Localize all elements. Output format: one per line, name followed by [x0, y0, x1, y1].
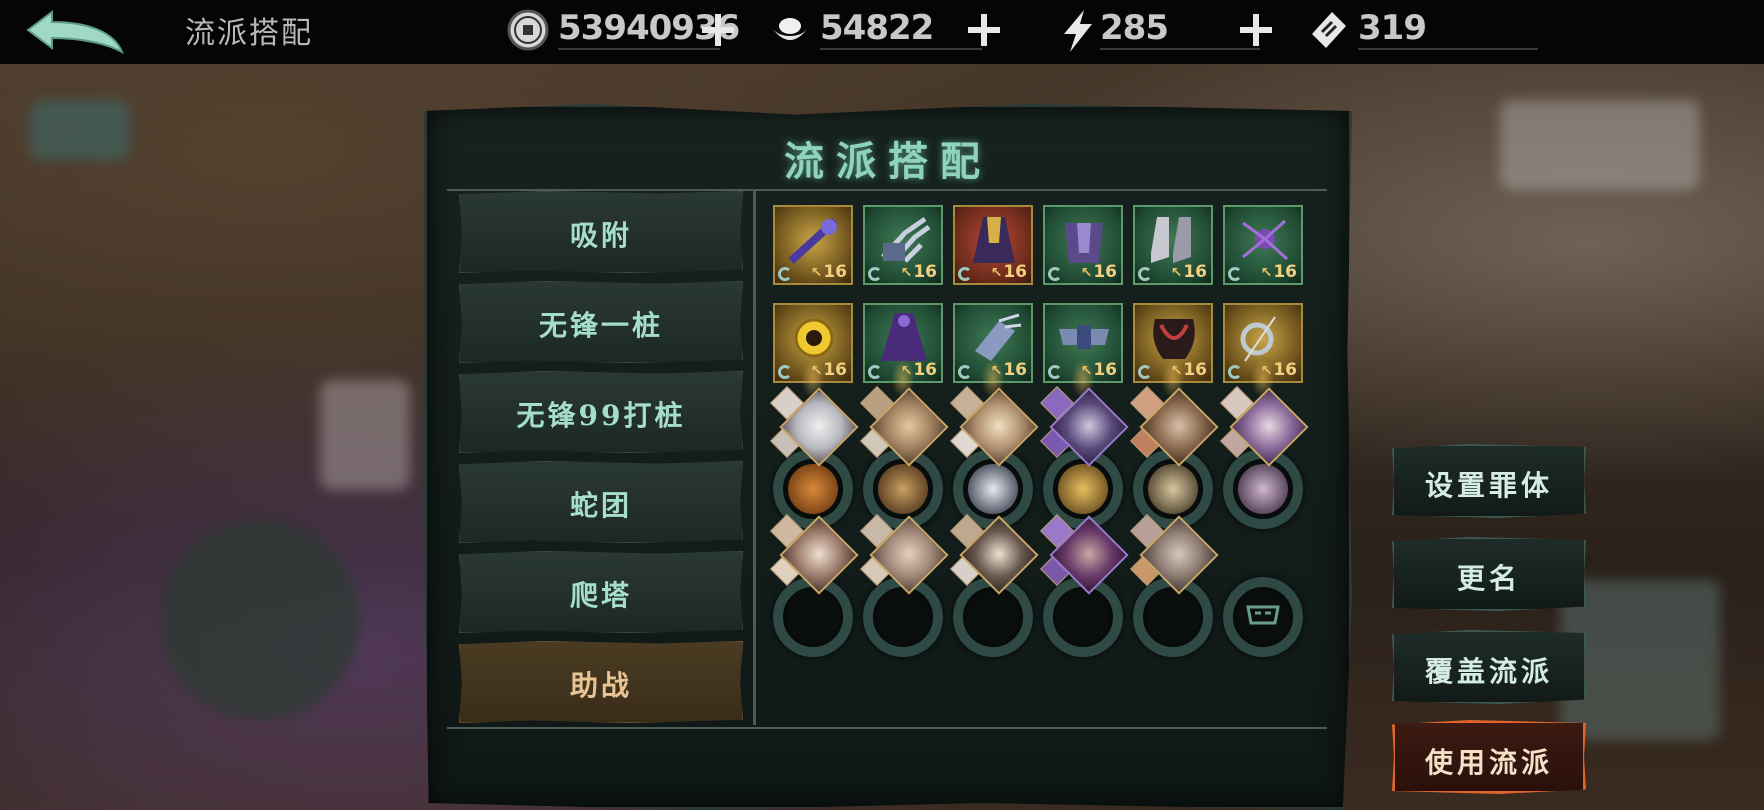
- tab-label: 爬塔: [569, 579, 632, 612]
- overwrite-build-button[interactable]: 覆盖流派: [1392, 630, 1586, 704]
- stamina-resource: 285: [1056, 4, 1296, 54]
- staff-icon: [788, 218, 838, 264]
- character-ring: [1223, 577, 1303, 657]
- coin-resource: 53940936: [506, 4, 746, 54]
- background-decor: [320, 380, 410, 490]
- coin-icon: [507, 9, 549, 51]
- use-build-button[interactable]: 使用流派: [1392, 720, 1586, 794]
- equipment-level: 16: [991, 262, 1027, 282]
- equipment-slot[interactable]: 16: [1223, 205, 1303, 285]
- equipment-level: 16: [811, 262, 847, 282]
- stamina-value: 285: [1100, 8, 1169, 48]
- equipment-slot[interactable]: 16: [863, 205, 943, 285]
- button-label: 更名: [1456, 562, 1521, 595]
- divider: [447, 189, 1327, 191]
- equipment-level: 16: [1171, 262, 1207, 282]
- divider: [447, 727, 1327, 729]
- character-slot[interactable]: [770, 514, 859, 657]
- tab-label: 吸附: [569, 219, 632, 252]
- character-slot[interactable]: [1040, 359, 1129, 529]
- button-label: 覆盖流派: [1424, 655, 1553, 688]
- background-decor: [30, 100, 130, 160]
- empty-character-slot[interactable]: [1223, 517, 1303, 657]
- cloak-icon: [881, 313, 927, 361]
- page-title: 流派搭配: [185, 16, 313, 51]
- mask-outline-icon: [1246, 605, 1280, 625]
- ticket-resource: 319: [1306, 4, 1546, 54]
- mask-icon: [1153, 319, 1195, 359]
- tab-wufeng-yizhuang[interactable]: 无锋一桩: [459, 281, 743, 363]
- robe-icon: [973, 217, 1015, 263]
- character-slot[interactable]: [1220, 359, 1309, 529]
- add-ingot-button[interactable]: [964, 10, 1004, 50]
- top-bar: 流派搭配 53940936 54822 285 319: [0, 0, 1764, 64]
- lightning-icon: [1064, 10, 1092, 52]
- back-button[interactable]: [22, 6, 128, 56]
- tab-wufeng-99[interactable]: 无锋99打桩: [459, 371, 743, 453]
- equipment-slot[interactable]: 16: [1043, 205, 1123, 285]
- sun-charm-icon: [794, 318, 834, 358]
- button-label: 使用流派: [1424, 746, 1553, 779]
- ticket-value: 319: [1358, 8, 1427, 48]
- character-slot[interactable]: [950, 514, 1039, 657]
- divider: [753, 191, 756, 725]
- button-label: 设置罪体: [1424, 469, 1553, 502]
- character-slot[interactable]: [860, 514, 949, 657]
- tab-label: 无锋99打桩: [516, 399, 686, 432]
- add-coin-button[interactable]: [698, 10, 738, 50]
- character-slot[interactable]: [860, 359, 949, 529]
- ingot-icon: [772, 18, 808, 40]
- armor-icon: [1065, 223, 1103, 263]
- equipment-slot[interactable]: 16: [1133, 205, 1213, 285]
- equipment-slot[interactable]: 16: [773, 205, 853, 285]
- claw-gauntlet-icon: [881, 216, 931, 263]
- ingot-value: 54822: [820, 8, 934, 48]
- gauntlet-icon: [975, 313, 1022, 361]
- equipment-slot[interactable]: 16: [953, 205, 1033, 285]
- tab-label: 蛇团: [569, 489, 632, 522]
- ring-icon: [1240, 316, 1276, 362]
- add-stamina-button[interactable]: [1236, 10, 1276, 50]
- boots-icon: [1151, 217, 1191, 263]
- rename-button[interactable]: 更名: [1392, 537, 1586, 611]
- tab-label: 助战: [569, 669, 632, 702]
- equipment-level: 16: [1261, 262, 1297, 282]
- background-decor: [1500, 100, 1700, 190]
- belt-icon: [1059, 325, 1109, 349]
- spider-icon: [1242, 219, 1289, 261]
- ingot-resource: 54822: [768, 4, 1008, 54]
- panel-title: 流派搭配: [784, 138, 992, 185]
- tab-label: 无锋一桩: [538, 309, 663, 342]
- tab-support[interactable]: 助战: [459, 641, 743, 723]
- back-arrow-icon: [26, 10, 124, 55]
- equipment-level: 16: [901, 262, 937, 282]
- character-slot[interactable]: [1130, 514, 1219, 657]
- tab-shetuan[interactable]: 蛇团: [459, 461, 743, 543]
- tab-tower[interactable]: 爬塔: [459, 551, 743, 633]
- tab-xifu[interactable]: 吸附: [459, 191, 743, 273]
- ticket-icon: [1312, 12, 1346, 48]
- set-body-button[interactable]: 设置罪体: [1392, 444, 1586, 518]
- character-slot[interactable]: [950, 359, 1039, 529]
- character-slot[interactable]: [1040, 514, 1129, 657]
- build-panel: 流派搭配 吸附 无锋一桩 无锋99打桩 蛇团 爬塔 助战 16 16 16 16…: [424, 104, 1352, 810]
- equipment-level: 16: [1081, 262, 1117, 282]
- background-decor: [160, 520, 360, 720]
- character-slot[interactable]: [770, 359, 859, 529]
- character-slot[interactable]: [1130, 359, 1219, 529]
